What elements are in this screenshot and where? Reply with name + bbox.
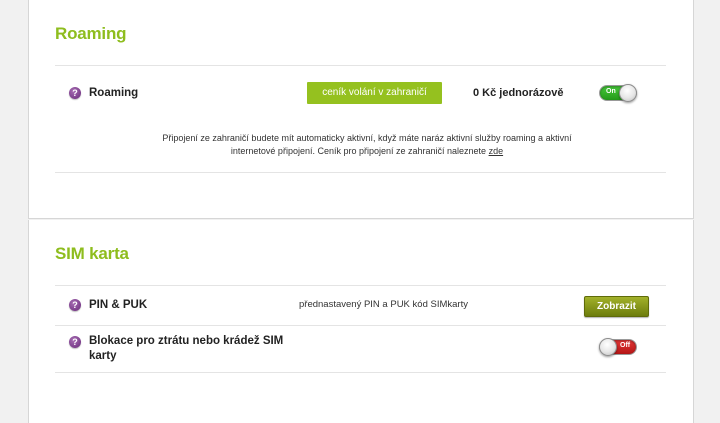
sim-block-label-line-1: Blokace pro ztrátu nebo krádež SIM	[89, 335, 284, 347]
pin-puk-label: PIN & PUK	[89, 299, 148, 311]
roaming-info-line-2-text: internetové připojení. Ceník pro připoje…	[230, 146, 487, 156]
roaming-panel: Roaming ? Roaming ceník volání v zahrani…	[28, 0, 694, 219]
sim-section-title: SIM karta	[55, 244, 129, 263]
help-icon[interactable]: ?	[69, 336, 81, 348]
toggle-knob	[619, 84, 637, 102]
toggle-on-label: On	[606, 88, 616, 95]
roaming-info-line-2: internetové připojení. Ceník pro připoje…	[117, 145, 617, 158]
roaming-price: 0 Kč jednorázově	[473, 87, 564, 99]
divider	[55, 172, 666, 173]
show-pin-puk-button[interactable]: Zobrazit	[584, 296, 649, 317]
roaming-row-label: Roaming	[89, 87, 139, 99]
toggle-knob	[599, 338, 617, 356]
help-icon[interactable]: ?	[69, 299, 81, 311]
roaming-info-link[interactable]: zde	[489, 146, 504, 156]
sim-panel: SIM karta ? PIN & PUK přednastavený PIN …	[28, 220, 694, 423]
roaming-section-title: Roaming	[55, 24, 127, 43]
divider	[55, 372, 666, 373]
roaming-rates-button[interactable]: ceník volání v zahraničí	[307, 82, 442, 104]
help-icon[interactable]: ?	[69, 87, 81, 99]
divider	[55, 65, 666, 66]
roaming-info-text: Připojení ze zahraničí budete mít automa…	[117, 132, 617, 158]
divider	[55, 285, 666, 286]
roaming-toggle[interactable]: On	[599, 84, 637, 102]
pin-puk-description: přednastavený PIN a PUK kód SIMkarty	[299, 299, 468, 310]
sim-block-label-line-2: karty	[89, 350, 117, 362]
divider	[55, 325, 666, 326]
toggle-off-label: Off	[620, 342, 631, 349]
sim-block-label: Blokace pro ztrátu nebo krádež SIM karty	[89, 334, 283, 364]
sim-block-toggle[interactable]: Off	[599, 338, 637, 356]
roaming-info-line-1: Připojení ze zahraničí budete mít automa…	[162, 133, 572, 143]
